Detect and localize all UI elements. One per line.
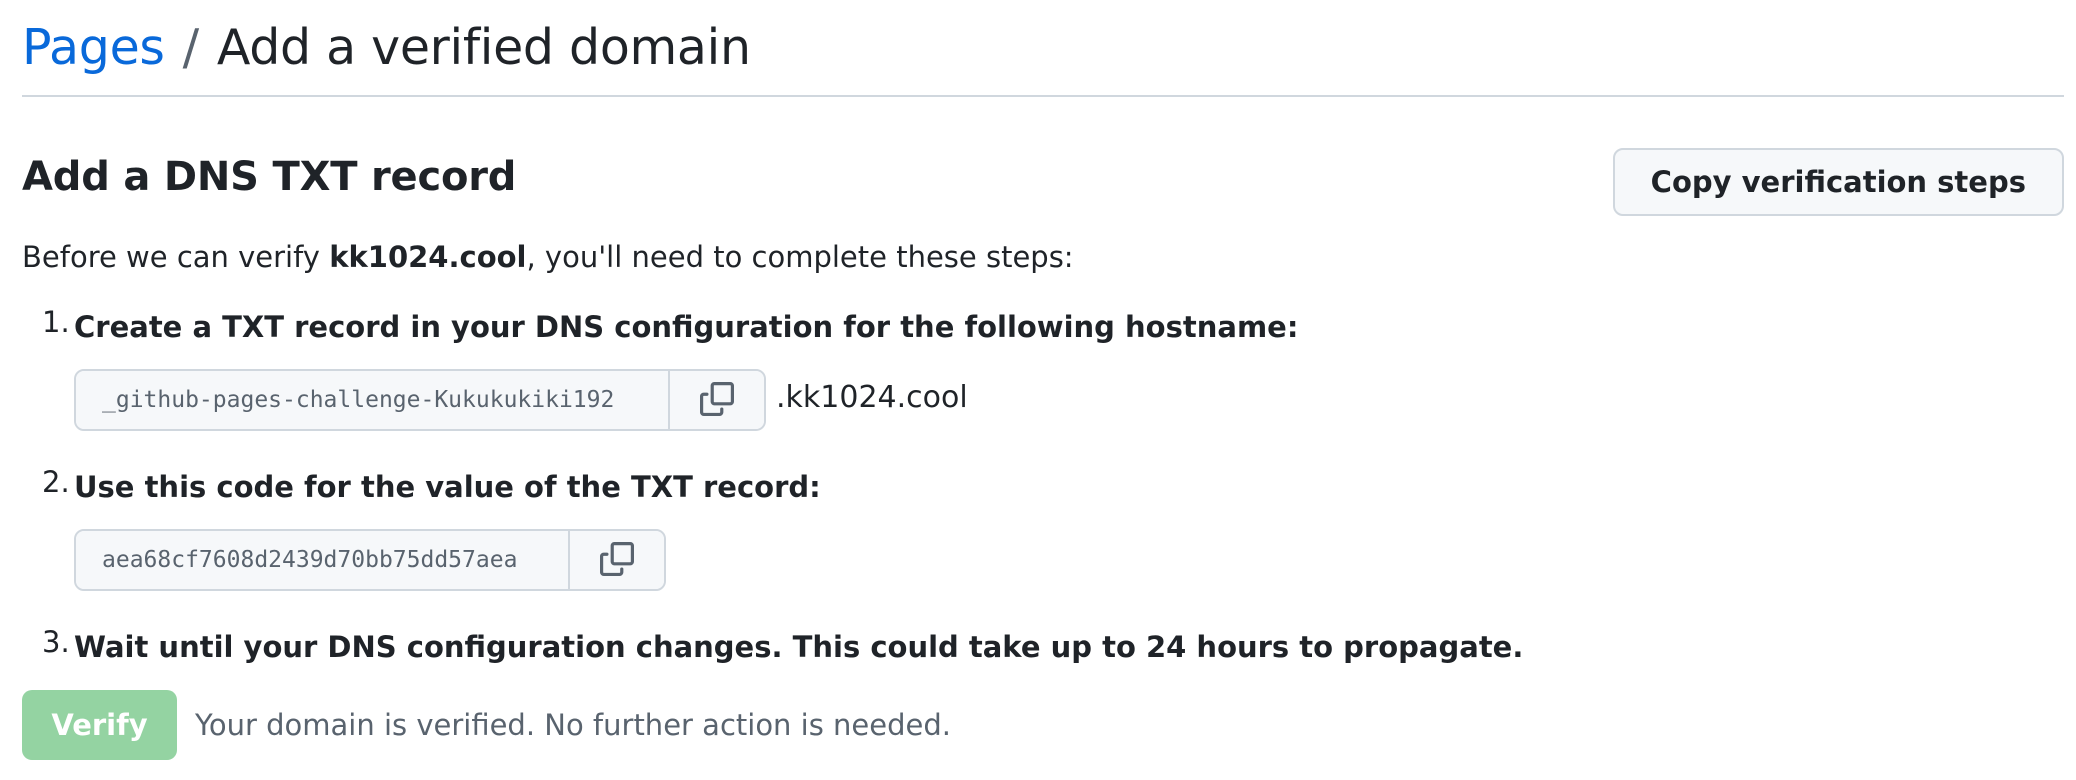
- breadcrumb-pages-link[interactable]: Pages: [22, 19, 165, 76]
- section-title: Add a DNS TXT record: [22, 154, 517, 200]
- step-number: 3.: [42, 625, 70, 659]
- intro-prefix: Before we can verify: [22, 240, 330, 274]
- txt-value-field[interactable]: [76, 531, 568, 589]
- intro-suffix: , you'll need to complete these steps:: [526, 240, 1074, 274]
- intro-domain: kk1024.cool: [329, 240, 527, 274]
- step-text: Wait until your DNS configuration change…: [74, 630, 1524, 664]
- copy-hostname-button[interactable]: [668, 371, 764, 429]
- page: Pages / Add a verified domain Add a DNS …: [22, 0, 2064, 760]
- step-item: 1. Create a TXT record in your DNS confi…: [22, 305, 2064, 465]
- verify-row: Verify Your domain is verified. No furth…: [22, 690, 951, 760]
- copy-icon: [600, 541, 634, 579]
- copy-verification-steps-button[interactable]: Copy verification steps: [1612, 148, 2064, 216]
- step-text: Use this code for the value of the TXT r…: [74, 470, 821, 504]
- verify-button[interactable]: Verify: [22, 690, 177, 760]
- steps-list: 1. Create a TXT record in your DNS confi…: [22, 305, 2064, 685]
- hostname-row: .kk1024.cool: [74, 369, 2064, 431]
- hostname-suffix: .kk1024.cool: [776, 379, 968, 415]
- txt-value-clipboard-group: [74, 529, 666, 591]
- txt-value-row: [74, 529, 2064, 591]
- intro-text: Before we can verify kk1024.cool, you'll…: [22, 240, 1074, 274]
- hostname-field[interactable]: [76, 371, 668, 429]
- page-title: Add a verified domain: [216, 19, 751, 76]
- copy-icon: [700, 381, 734, 419]
- step-item: 3. Wait until your DNS configuration cha…: [22, 625, 2064, 685]
- copy-txt-value-button[interactable]: [568, 531, 664, 589]
- step-number: 1.: [42, 305, 70, 339]
- page-header: Pages / Add a verified domain: [22, 0, 2064, 97]
- step-text: Create a TXT record in your DNS configur…: [74, 310, 1299, 344]
- step-item: 2. Use this code for the value of the TX…: [22, 465, 2064, 625]
- breadcrumb-separator: /: [182, 19, 200, 76]
- verify-status-message: Your domain is verified. No further acti…: [195, 708, 951, 742]
- hostname-clipboard-group: [74, 369, 766, 431]
- step-number: 2.: [42, 465, 70, 499]
- section-header: Add a DNS TXT record Copy verification s…: [22, 148, 2064, 220]
